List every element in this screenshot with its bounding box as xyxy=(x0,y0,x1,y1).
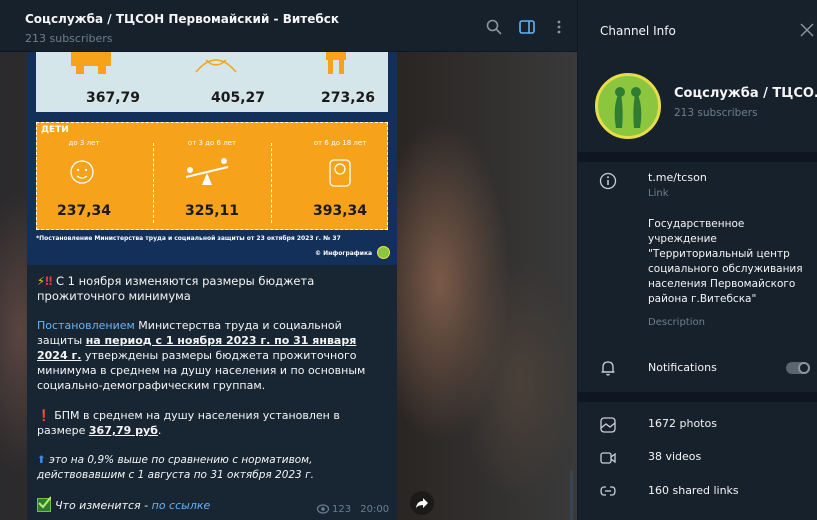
infographic-top-row: 367,79 405,27 273,26 xyxy=(36,52,388,112)
infographic-image[interactable]: 367,79 405,27 273,26 ДЕТИ до 3 лет от 3 … xyxy=(27,52,397,265)
message-time: 20:00 xyxy=(360,504,390,515)
student-icon xyxy=(326,52,346,74)
chat-pane: Соцслужба / ТЦСОН Первомайский - Витебск… xyxy=(0,0,577,520)
baby-icon xyxy=(70,160,94,184)
p2-text-b: . xyxy=(157,424,162,437)
heading-text: С 1 ноября изменяются размеры бюджета пр… xyxy=(37,274,315,303)
share-arrow-icon xyxy=(416,498,428,508)
photos-count[interactable]: 1672 photos xyxy=(648,417,717,430)
arrow-up-icon: ⬆ xyxy=(37,454,46,466)
search-icon[interactable] xyxy=(485,18,503,36)
videos-count[interactable]: 38 videos xyxy=(648,450,701,463)
p3-text: это на 0,9% выше по сравнению с норматив… xyxy=(37,454,314,481)
toggle-knob xyxy=(798,362,810,374)
photo-icon xyxy=(600,417,616,433)
bell-icon xyxy=(601,361,615,376)
p2-text-a: БПМ в среднем на душу населения установл… xyxy=(37,409,340,437)
share-button[interactable] xyxy=(410,491,434,515)
channel-name: Соцслужба / ТЦСО... xyxy=(674,86,817,101)
kids-separator xyxy=(271,143,272,223)
kids-separator xyxy=(153,143,154,223)
value-working-age: 367,79 xyxy=(86,90,141,106)
pensioner-icon xyxy=(195,59,237,73)
kids-value-2: 393,34 xyxy=(312,203,368,219)
kids-value-0: 237,34 xyxy=(56,203,112,219)
kids-value-1: 325,11 xyxy=(184,203,240,219)
kids-age-1: от 3 до 6 лет xyxy=(187,139,237,147)
seesaw-icon xyxy=(185,158,229,185)
more-vertical-icon[interactable] xyxy=(550,18,568,36)
message-meta: 123 20:00 xyxy=(317,504,389,515)
view-count: 123 xyxy=(332,504,352,515)
exclamation-icon: ❗ xyxy=(37,409,51,422)
channel-info-panel: Channel Info Соцслужба / ТЦСО... 213 sub… xyxy=(577,0,817,520)
worker-icon xyxy=(71,52,111,74)
message-paragraph-3: ⬆ это на 0,9% выше по сравнению с нормат… xyxy=(37,453,387,483)
chat-subscribers: 213 subscribers xyxy=(25,32,113,45)
decree-link[interactable]: Постановлением xyxy=(37,319,135,332)
close-icon[interactable] xyxy=(800,23,814,37)
description-label: Description xyxy=(648,317,705,328)
channel-post[interactable]: 367,79 405,27 273,26 ДЕТИ до 3 лет от 3 … xyxy=(27,52,397,520)
channel-avatar[interactable] xyxy=(595,73,661,139)
channel-link-label: Link xyxy=(648,188,669,199)
double-exclamation-icon: ‼ xyxy=(45,274,53,288)
section-divider xyxy=(578,392,817,402)
side-panel-icon[interactable] xyxy=(518,18,536,36)
infographic-kids-block: ДЕТИ до 3 лет от 3 до 6 лет от 6 до 18 л… xyxy=(36,122,388,230)
chat-title[interactable]: Соцслужба / ТЦСОН Первомайский - Витебск xyxy=(25,12,339,26)
schoolchild-icon xyxy=(329,159,351,187)
telegram-window: Соцслужба / ТЦСОН Первомайский - Витебск… xyxy=(0,0,817,520)
details-link[interactable]: по ссылке xyxy=(152,499,211,512)
channel-logo-icon xyxy=(614,87,642,128)
chat-header[interactable]: Соцслужба / ТЦСОН Первомайский - Витебск… xyxy=(0,0,577,52)
p2-amount: 367,79 руб xyxy=(88,424,158,437)
message-heading: ⚡‼ С 1 ноября изменяются размеры бюджета… xyxy=(37,274,387,304)
video-icon xyxy=(600,452,616,464)
value-pensioners: 405,27 xyxy=(211,90,266,106)
info-panel-title: Channel Info xyxy=(600,24,676,38)
notifications-toggle[interactable] xyxy=(786,362,810,374)
info-icon xyxy=(599,172,617,190)
p4-text: Что изменится - xyxy=(55,499,152,512)
kids-age-2: от 6 до 18 лет xyxy=(313,139,367,147)
section-divider xyxy=(578,152,817,162)
p1-text-b: утверждены размеры бюджета прожиточного … xyxy=(37,349,366,392)
spacer xyxy=(578,340,817,342)
chat-scrollbar[interactable] xyxy=(570,470,573,520)
link-icon xyxy=(600,486,616,496)
kids-age-0: до 3 лет xyxy=(68,139,100,147)
infographic-footnote: *Постановление Министерства труда и соци… xyxy=(36,235,341,242)
views-icon xyxy=(317,504,329,514)
channel-link[interactable]: t.me/tcson xyxy=(648,171,707,184)
checkmark-icon xyxy=(37,496,51,512)
kids-title: ДЕТИ xyxy=(41,125,69,135)
infographic-credit: © Инфографика xyxy=(315,250,373,257)
lightning-icon: ⚡ xyxy=(37,274,46,288)
links-count[interactable]: 160 shared links xyxy=(648,484,739,497)
notifications-label: Notifications xyxy=(648,361,717,374)
channel-description: Государственное учреждение "Территориаль… xyxy=(648,218,803,305)
credit-logo xyxy=(377,246,390,259)
message-paragraph-1: Постановлением Министерства труда и соци… xyxy=(37,318,387,393)
channel-subscribers: 213 subscribers xyxy=(674,107,758,119)
value-students: 273,26 xyxy=(321,90,376,106)
message-paragraph-2: ❗ БПМ в среднем на душу населения устано… xyxy=(37,408,387,438)
